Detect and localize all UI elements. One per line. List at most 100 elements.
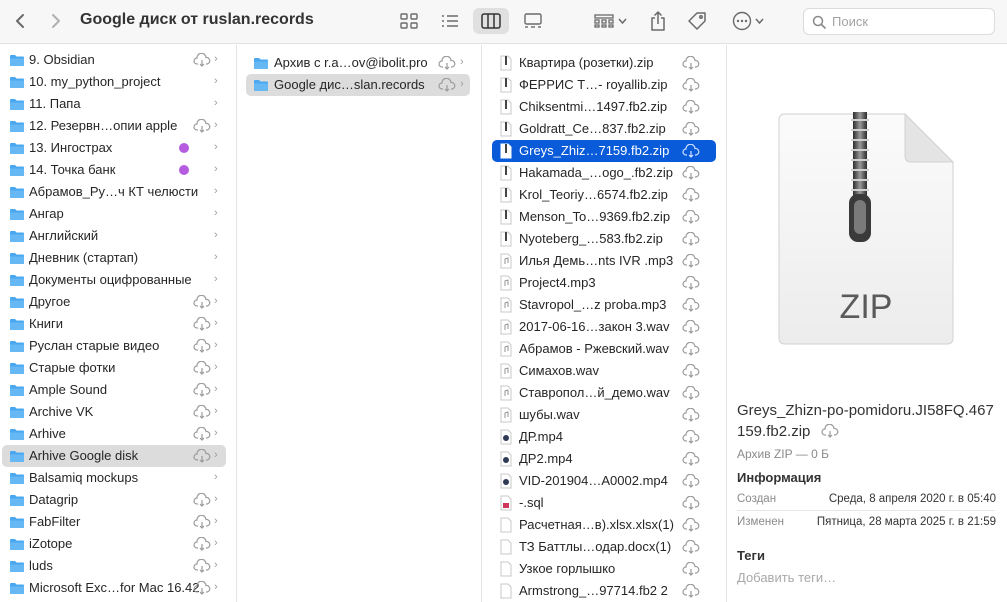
folder-item[interactable]: Дневник (стартап) › [2,247,226,269]
cloud-download-icon[interactable] [682,122,700,136]
cloud-download-icon[interactable] [193,581,211,595]
file-item[interactable]: Stavropol_…z proba.mp3 [492,294,716,316]
folder-item[interactable]: Книги › [2,313,226,335]
cloud-download-icon[interactable] [682,474,700,488]
cloud-download-icon[interactable] [193,559,211,573]
cloud-download-icon[interactable] [193,317,211,331]
folder-item[interactable]: iZotope › [2,533,226,555]
folder-item[interactable]: Старые фотки › [2,357,226,379]
cloud-download-icon[interactable] [682,320,700,334]
folder-item[interactable]: 11. Папа › [2,93,226,115]
file-item[interactable]: Project4.mp3 [492,272,716,294]
folder-item[interactable]: Другое › [2,291,226,313]
file-item[interactable]: Chiksentmi…1497.fb2.zip [492,96,716,118]
file-item[interactable]: Hakamada_…ogo_.fb2.zip [492,162,716,184]
file-item[interactable]: Абрамов - Ржевский.wav [492,338,716,360]
cloud-download-icon[interactable] [682,100,700,114]
cloud-download-icon[interactable] [682,298,700,312]
group-button[interactable] [590,8,630,34]
file-item[interactable]: Armstrong_…97714.fb2 2 [492,580,716,602]
icon-view-button[interactable] [398,8,420,34]
cloud-download-icon[interactable] [682,276,700,290]
tags-input[interactable]: Добавить теги… [737,570,836,585]
folder-item[interactable]: Arhive Google disk › [2,445,226,467]
cloud-download-icon[interactable] [682,232,700,246]
folder-item[interactable]: Ample Sound › [2,379,226,401]
cloud-download-icon[interactable] [682,166,700,180]
folder-item[interactable]: Microsoft Exc…for Mac 16.42 › [2,577,226,599]
file-item[interactable]: ДР2.mp4 [492,448,716,470]
cloud-download-icon[interactable] [682,408,700,422]
cloud-download-icon[interactable] [438,78,456,92]
cloud-download-icon[interactable] [682,518,700,532]
file-item[interactable]: Nyoteberg_…583.fb2.zip [492,228,716,250]
cloud-download-icon[interactable] [682,188,700,202]
folder-item[interactable]: FabFilter › [2,511,226,533]
cloud-download-icon[interactable] [193,493,211,507]
cloud-download-icon[interactable] [682,342,700,356]
cloud-download-icon[interactable] [193,427,211,441]
cloud-download-icon[interactable] [193,361,211,375]
list-view-button[interactable] [438,8,462,34]
file-item[interactable]: ДР.mp4 [492,426,716,448]
cloud-download-icon[interactable] [193,449,211,463]
more-actions-button[interactable] [728,8,768,34]
file-item[interactable]: Симахов.wav [492,360,716,382]
folder-item[interactable]: Руслан старые видео › [2,335,226,357]
folder-item[interactable]: 9. Obsidian › [2,49,226,71]
folder-item[interactable]: Абрамов_Ру…ч КТ челюсти › [2,181,226,203]
file-item[interactable]: Goldratt_Ce…837.fb2.zip [492,118,716,140]
file-item[interactable]: 2017-06-16…закон 3.wav [492,316,716,338]
folder-item[interactable]: Balsamiq mockups › [2,467,226,489]
file-item[interactable]: ФЕРРИС Т…- royallib.zip [492,74,716,96]
column-view-button[interactable] [473,8,509,34]
file-item[interactable]: Расчетная…в).xlsx.xlsx(1) [492,514,716,536]
folder-item[interactable]: 10. my_python_project › [2,71,226,93]
folder-item[interactable]: Документы оцифрованные › [2,269,226,291]
cloud-download-icon[interactable] [193,537,211,551]
folder-item[interactable]: 14. Точка банк › [2,159,226,181]
cloud-download-icon[interactable] [682,78,700,92]
cloud-download-icon[interactable] [682,254,700,268]
cloud-download-icon[interactable] [682,430,700,444]
folder-item[interactable]: 13. Ингострах › [2,137,226,159]
tags-button[interactable] [685,8,709,34]
folder-item[interactable]: Arhive › [2,423,226,445]
cloud-download-icon[interactable] [682,562,700,576]
folder-item[interactable]: Google дис…slan.records › [246,74,470,96]
cloud-download-icon[interactable] [682,584,700,598]
back-button[interactable] [10,8,30,34]
search-field[interactable]: Поиск [803,8,995,35]
folder-item[interactable]: luds › [2,555,226,577]
cloud-download-icon[interactable] [193,119,211,133]
folder-item[interactable]: 12. Резервн…опии apple › [2,115,226,137]
file-item[interactable]: Квартира (розетки).zip [492,52,716,74]
folder-item[interactable]: Английский › [2,225,226,247]
cloud-download-icon[interactable] [682,364,700,378]
file-item[interactable]: Узкое горлышко [492,558,716,580]
cloud-download-icon[interactable] [193,383,211,397]
share-button[interactable] [647,8,669,34]
file-item[interactable]: шубы.wav [492,404,716,426]
folder-item[interactable]: Datagrip › [2,489,226,511]
file-item[interactable]: Menson_To…9369.fb2.zip [492,206,716,228]
cloud-download-icon[interactable] [438,56,456,70]
cloud-download-icon[interactable] [682,496,700,510]
file-item[interactable]: VID-201904…A0002.mp4 [492,470,716,492]
folder-item[interactable]: Archive VK › [2,401,226,423]
cloud-download-icon[interactable] [682,210,700,224]
cloud-download-icon[interactable] [682,540,700,554]
file-item[interactable]: Krol_Teoriy…6574.fb2.zip [492,184,716,206]
file-item[interactable]: Илья Демь…nts IVR .mp3 [492,250,716,272]
folder-item[interactable]: Ангар › [2,203,226,225]
cloud-download-icon[interactable] [682,144,700,158]
gallery-view-button[interactable] [520,8,546,34]
file-item[interactable]: Greys_Zhiz…7159.fb2.zip [492,140,716,162]
file-item[interactable]: -.sql [492,492,716,514]
cloud-download-icon[interactable] [682,386,700,400]
cloud-download-icon[interactable] [682,452,700,466]
cloud-download-icon[interactable] [193,53,211,67]
cloud-download-icon[interactable] [682,56,700,70]
cloud-download-icon[interactable] [193,339,211,353]
file-item[interactable]: ТЗ Баттлы…одар.docx(1) [492,536,716,558]
